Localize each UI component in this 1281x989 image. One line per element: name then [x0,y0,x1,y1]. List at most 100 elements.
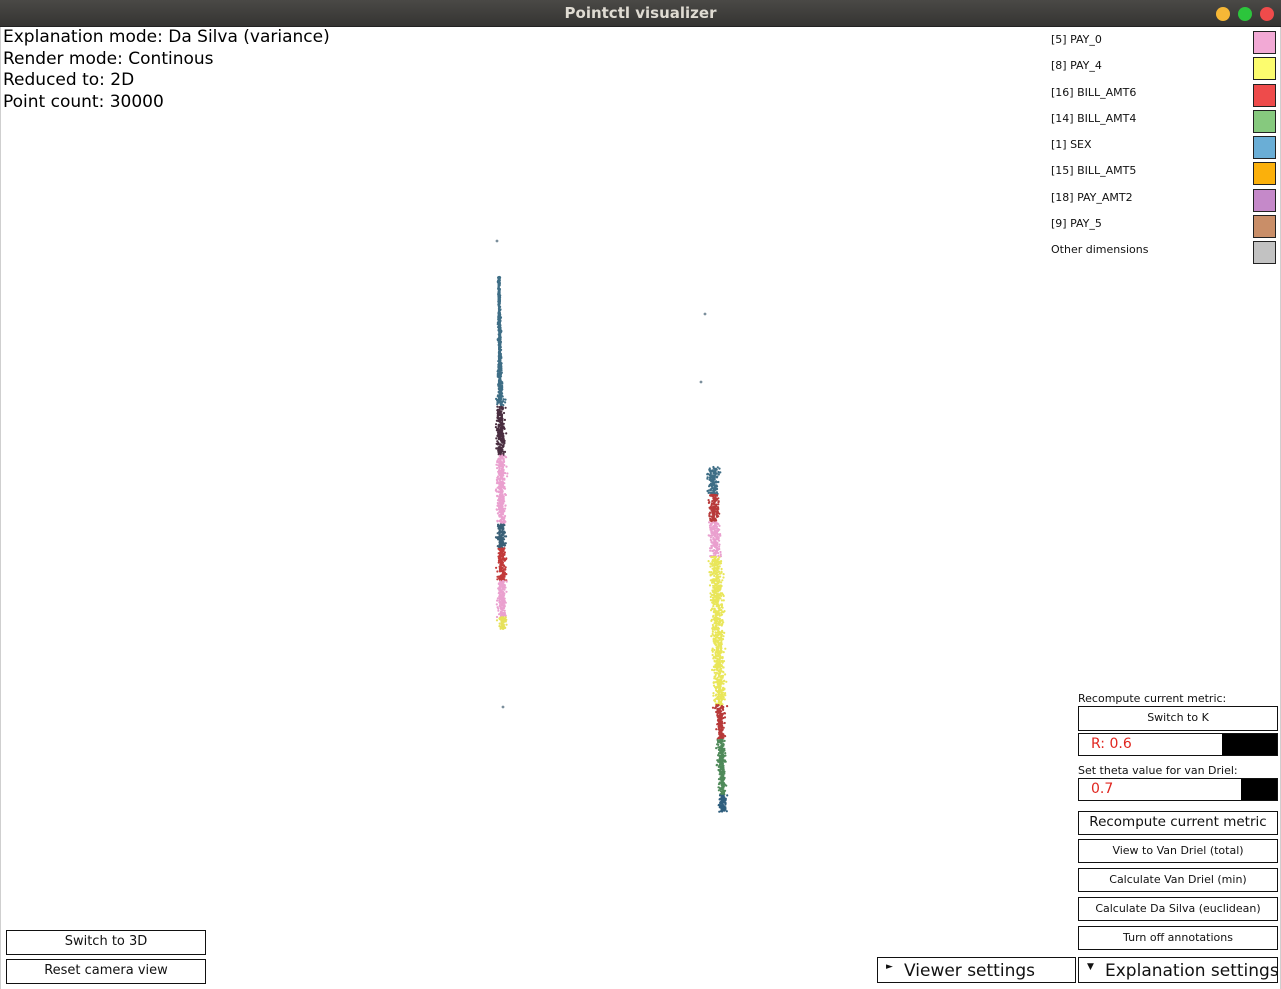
data-point [721,638,725,641]
legend-item: [18] PAY_AMT2 [1051,188,1279,215]
theta-slider[interactable]: 0.7 [1078,778,1278,801]
data-point [498,527,501,530]
close-icon[interactable] [1260,7,1274,21]
data-point [710,556,713,559]
minimize-icon[interactable] [1216,7,1230,21]
data-point [497,487,501,490]
data-point [499,470,502,473]
data-point [716,589,720,592]
data-point [495,566,498,569]
data-point [496,570,499,573]
switch-to-k-button[interactable]: Switch to K [1078,706,1278,731]
data-point [725,810,728,813]
data-point [719,695,722,698]
data-point [717,754,720,757]
data-point [716,466,719,469]
data-point [497,458,500,461]
data-point [714,706,718,709]
data-point [504,620,507,623]
data-point [714,535,717,538]
visualizer-canvas[interactable]: Explanation mode: Da Silva (variance) Re… [0,27,1281,989]
legend-label: [1] SEX [1051,138,1092,152]
calculate-van-driel-button[interactable]: Calculate Van Driel (min) [1078,868,1278,892]
data-point [711,632,714,636]
turn-off-annotations-button[interactable]: Turn off annotations [1078,926,1278,950]
legend-swatch [1253,188,1276,212]
data-point [723,759,726,762]
data-point [496,545,499,548]
data-point [497,338,500,341]
data-point [708,571,711,574]
data-point [716,580,719,583]
data-point [714,469,717,472]
data-point [713,622,716,625]
data-point [720,609,723,612]
data-point [719,638,722,641]
data-point [719,614,723,617]
reduced-to-text: Reduced to: 2D [3,70,135,90]
data-point [500,542,503,545]
data-point [715,595,718,598]
data-point [500,401,503,404]
data-point [716,616,719,619]
data-point [501,524,504,527]
view-van-driel-button[interactable]: View to Van Driel (total) [1078,839,1278,863]
data-point [718,739,721,743]
data-point [714,538,717,541]
data-point [717,570,721,573]
data-point [716,743,719,746]
data-point [718,764,721,767]
data-point [497,582,500,586]
data-point [499,616,502,619]
data-point [497,354,500,357]
data-point [713,634,717,638]
data-point [711,630,715,633]
data-point [719,585,722,588]
data-point [718,623,722,627]
data-point [498,406,501,409]
data-point [496,467,499,470]
switch-to-3d-button[interactable]: Switch to 3D [6,930,206,955]
window-titlebar[interactable]: Pointctl visualizer [0,0,1281,27]
theta-slider-value: 0.7 [1091,781,1114,797]
data-point [713,476,716,479]
data-point [716,697,719,701]
recompute-metric-button[interactable]: Recompute current metric [1078,811,1278,835]
data-point [498,302,501,305]
data-point [502,624,505,627]
maximize-icon[interactable] [1238,7,1252,21]
data-point [717,584,720,588]
data-point [710,509,714,512]
data-point [721,619,724,622]
data-point [721,750,725,753]
data-point [714,666,718,669]
data-point [496,495,499,498]
data-point [720,717,723,720]
viewer-settings-header[interactable]: ► Viewer settings [877,957,1076,983]
data-point [712,584,715,587]
theta-slider-fill [1241,779,1277,800]
data-point [716,676,719,679]
calculate-da-silva-button[interactable]: Calculate Da Silva (euclidean) [1078,897,1278,921]
data-point [503,450,507,453]
explanation-settings-header[interactable]: ▼ Explanation settings [1078,957,1279,983]
data-point [715,643,718,646]
data-point [720,752,723,755]
data-point [497,427,500,430]
data-point [712,521,715,524]
data-point [499,502,502,505]
data-point [714,652,717,655]
data-point [709,549,712,552]
reset-camera-button[interactable]: Reset camera view [6,959,206,984]
data-point [498,305,501,308]
data-point [724,752,727,755]
r-slider[interactable]: R: 0.6 [1078,733,1278,756]
data-point [715,498,718,501]
data-point [498,524,501,527]
data-point [717,599,720,602]
data-point [715,564,718,567]
data-point [498,399,501,402]
data-point [717,723,721,727]
data-point [707,560,710,563]
render-mode-text: Render mode: Continous [3,48,214,69]
